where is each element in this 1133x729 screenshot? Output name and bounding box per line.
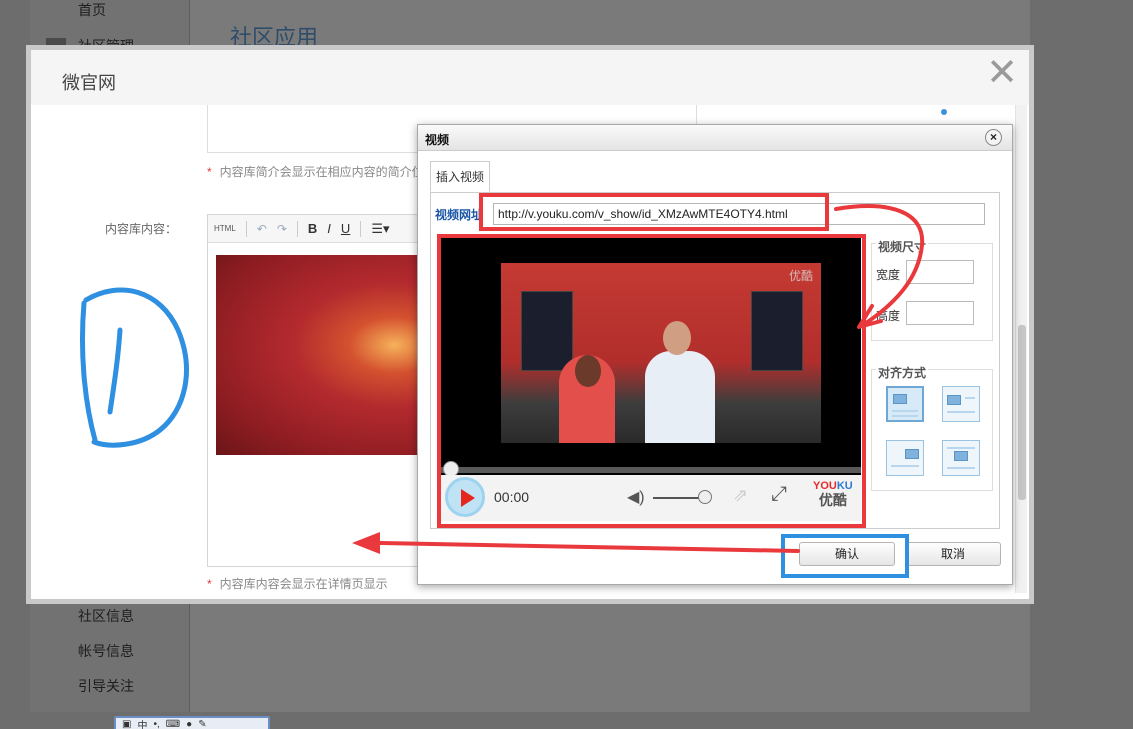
wrench-icon[interactable]: ✎ xyxy=(198,719,206,729)
video-size-title: 视频尺寸 xyxy=(876,238,929,255)
align-left-option[interactable] xyxy=(942,386,980,422)
toolbar-divider xyxy=(360,220,362,237)
italic-button[interactable]: I xyxy=(327,221,331,236)
content-label: 内容库内容： xyxy=(105,222,178,236)
align-image-icon xyxy=(954,451,968,461)
nav-item-account-info[interactable]: 帐号信息 xyxy=(78,641,134,661)
align-line xyxy=(891,465,919,467)
align-right-option[interactable] xyxy=(886,440,924,476)
nav-item-community-info[interactable]: 社区信息 xyxy=(78,606,134,626)
video-size-group: 视频尺寸 宽度 高度 xyxy=(871,238,993,341)
align-line xyxy=(947,467,975,469)
align-group: 对齐方式 xyxy=(871,364,993,491)
annotation-confirm-highlight xyxy=(781,534,909,578)
video-dialog-title: 视频 xyxy=(425,133,450,147)
annotation-url-highlight xyxy=(479,193,829,231)
align-title: 对齐方式 xyxy=(876,364,929,381)
underline-button[interactable]: U xyxy=(341,221,350,236)
close-circle-icon[interactable]: × xyxy=(985,129,1002,146)
status-dot xyxy=(941,109,947,115)
dialog-scrollbar[interactable] xyxy=(1015,105,1027,593)
keyboard-icon[interactable]: ⌨ xyxy=(166,719,180,729)
height-label: 高度 xyxy=(876,309,901,323)
toolbar-divider xyxy=(296,220,298,237)
content-hint-text: 内容库内容会显示在详情页显示 xyxy=(219,577,388,591)
align-center-option[interactable] xyxy=(942,440,980,476)
align-line xyxy=(947,447,975,449)
ime-toolbar[interactable]: ▣ 中 •, ⌨ ● ✎ xyxy=(114,716,270,729)
required-star: * xyxy=(207,165,212,179)
required-star: * xyxy=(207,577,212,591)
height-input[interactable] xyxy=(906,301,974,325)
align-line xyxy=(892,410,918,412)
user-icon[interactable]: ● xyxy=(186,719,192,729)
video-url-label: 视频网址 xyxy=(435,208,484,222)
content-image[interactable] xyxy=(216,255,426,455)
list-dropdown[interactable]: ☰▾ xyxy=(371,221,389,237)
html-source-button[interactable]: HTML xyxy=(214,224,236,233)
bold-button[interactable]: B xyxy=(308,221,317,236)
content-hint: * 内容库内容会显示在详情页显示 xyxy=(207,575,388,592)
align-line xyxy=(947,411,975,413)
cancel-button[interactable]: 取消 xyxy=(905,542,1001,566)
align-line xyxy=(892,415,918,417)
ime-icon[interactable]: ▣ xyxy=(122,719,131,729)
width-input[interactable] xyxy=(906,260,974,284)
intro-hint: * 内容库简介会显示在相应内容的简介位置 xyxy=(207,163,436,180)
tab-insert-video[interactable]: 插入视频 xyxy=(430,161,491,192)
ime-mode-icon[interactable]: 中 xyxy=(137,718,147,729)
annotation-player-highlight xyxy=(437,234,866,528)
width-label: 宽度 xyxy=(876,268,901,282)
align-image-icon xyxy=(947,395,961,405)
undo-icon[interactable]: ↶ xyxy=(257,222,267,236)
dialog-title: 微官网 xyxy=(62,73,116,93)
align-image-icon xyxy=(893,394,907,404)
dialog-header: 微官网 ✕ xyxy=(31,50,1029,105)
redo-icon[interactable]: ↷ xyxy=(277,222,287,236)
nav-item-home[interactable]: 首页 xyxy=(78,0,106,20)
close-icon[interactable]: ✕ xyxy=(985,54,1019,92)
intro-hint-text: 内容库简介会显示在相应内容的简介位置 xyxy=(219,165,436,179)
toolbar-divider xyxy=(245,220,247,237)
nav-item-guide-follow[interactable]: 引导关注 xyxy=(78,676,134,696)
scroll-thumb[interactable] xyxy=(1018,325,1026,500)
video-dialog-header: 视频 × xyxy=(418,125,1012,151)
align-none-option[interactable] xyxy=(886,386,924,422)
align-line xyxy=(965,397,975,399)
align-image-icon xyxy=(905,449,919,459)
ime-punct-icon[interactable]: •, xyxy=(153,719,159,729)
